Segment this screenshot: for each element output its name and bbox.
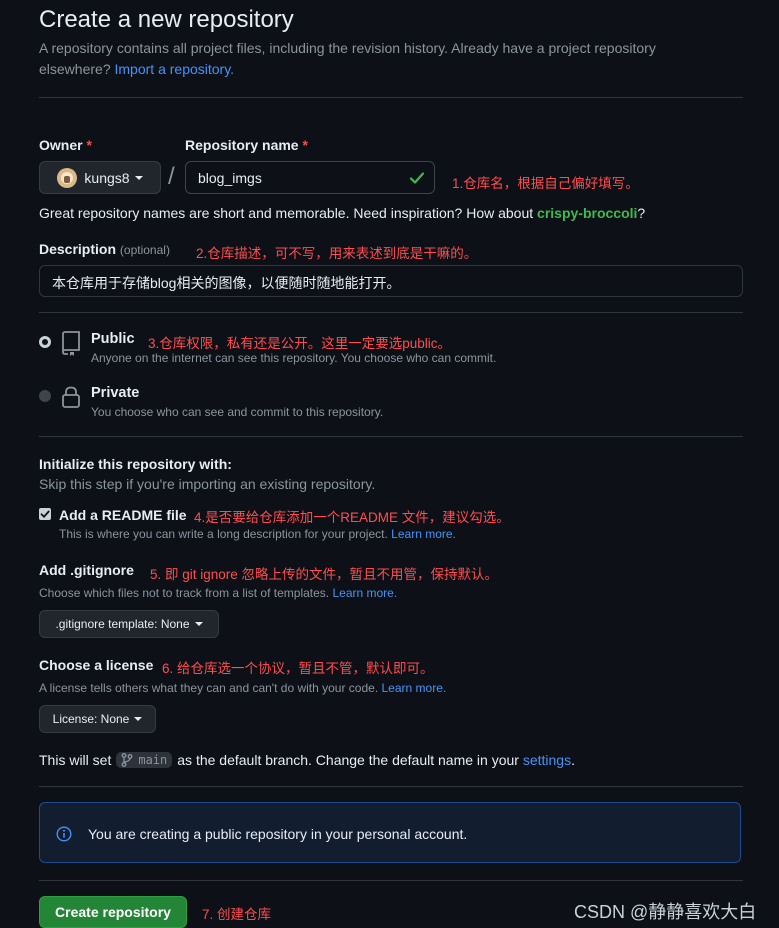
description-value: 本仓库用于存储blog相关的图像，以便随时随地能打开。	[52, 275, 401, 291]
divider	[39, 312, 743, 313]
gitignore-template-value: .gitignore template: None	[55, 617, 190, 631]
required-mark: *	[302, 137, 308, 153]
license-value: License: None	[52, 712, 130, 726]
csdn-watermark: CSDN @静静喜欢大白	[574, 902, 757, 922]
owner-dropdown[interactable]: kungs8	[39, 161, 161, 194]
license-learn-more-link[interactable]: Learn more.	[382, 681, 447, 695]
owner-repo-separator: /	[168, 163, 175, 190]
check-icon	[409, 172, 425, 184]
annotation-description: 2.仓库描述，可不写，用来表述到底是干嘛的。	[196, 246, 478, 261]
annotation-license: 6. 给仓库选一个协议，暂且不管，默认即可。	[162, 661, 434, 676]
settings-link[interactable]: settings	[523, 752, 571, 768]
branch-pill: main	[116, 752, 173, 768]
import-repository-link[interactable]: Import a repository.	[115, 61, 235, 77]
repo-name-value: blog_imgs	[198, 170, 262, 186]
branch-suffix: as the default branch. Change the defaul…	[177, 752, 519, 768]
branch-prefix: This will set	[39, 752, 112, 768]
readme-learn-more-link[interactable]: Learn more.	[391, 527, 456, 541]
page-subtitle: A repository contains all project files,…	[39, 38, 719, 80]
create-repository-button[interactable]: Create repository	[39, 896, 187, 928]
check-icon	[40, 510, 50, 519]
default-branch-note: This will set main as the default branch…	[39, 752, 575, 768]
private-description: You choose who can see and commit to thi…	[91, 405, 384, 419]
public-description: Anyone on the internet can see this repo…	[91, 351, 497, 365]
name-hint: Great repository names are short and mem…	[39, 205, 645, 221]
divider	[39, 436, 743, 437]
page-title: Create a new repository	[39, 6, 294, 33]
chevron-down-icon	[134, 175, 143, 180]
private-radio[interactable]	[39, 390, 51, 402]
chevron-down-icon	[194, 622, 203, 626]
divider	[39, 97, 743, 98]
name-hint-text: Great repository names are short and mem…	[39, 205, 534, 221]
chevron-down-icon	[134, 717, 143, 721]
owner-label: Owner *	[39, 137, 92, 153]
divider	[39, 880, 743, 881]
annotation-repo-name: 1.仓库名，根据自己偏好填写。	[452, 176, 639, 191]
info-icon	[56, 826, 72, 842]
branch-name: main	[138, 753, 168, 767]
annotation-submit: 7. 创建仓库	[202, 907, 272, 922]
license-desc-text: A license tells others what they can and…	[39, 681, 379, 695]
description-label-text: Description	[39, 241, 117, 257]
required-mark: *	[86, 137, 92, 153]
readme-desc-text: This is where you can write a long descr…	[59, 527, 388, 541]
owner-label-text: Owner	[39, 137, 83, 153]
public-radio[interactable]	[39, 336, 51, 348]
private-label: Private	[91, 385, 140, 401]
gitignore-learn-more-link[interactable]: Learn more.	[332, 586, 397, 600]
name-hint-end: ?	[637, 205, 646, 221]
annotation-gitignore: 5. 即 git ignore 忽略上传的文件，暂且不用管，保持默认。	[150, 567, 499, 582]
lock-icon	[62, 386, 80, 408]
info-text: You are creating a public repository in …	[88, 826, 468, 842]
readme-label[interactable]: Add a README file	[59, 507, 187, 523]
avatar	[57, 167, 78, 188]
license-dropdown[interactable]: License: None	[39, 705, 156, 733]
optional-tag: (optional)	[119, 243, 170, 257]
description-input[interactable]: 本仓库用于存储blog相关的图像，以便随时随地能打开。	[39, 265, 743, 297]
public-label: Public	[91, 331, 135, 347]
git-branch-icon	[121, 753, 133, 767]
license-label: Choose a license	[39, 657, 154, 673]
description-label: Description (optional)	[39, 241, 170, 257]
annotation-readme: 4.是否要给仓库添加一个README 文件，建议勾选。	[194, 510, 510, 525]
gitignore-description: Choose which files not to track from a l…	[39, 586, 397, 600]
owner-value: kungs8	[84, 169, 130, 186]
init-title: Initialize this repository with:	[39, 456, 232, 472]
repo-icon	[62, 331, 80, 356]
info-banner: You are creating a public repository in …	[39, 802, 741, 863]
readme-description: This is where you can write a long descr…	[59, 527, 456, 541]
license-description: A license tells others what they can and…	[39, 681, 446, 695]
readme-checkbox[interactable]	[39, 508, 51, 520]
divider	[39, 786, 743, 787]
gitignore-template-dropdown[interactable]: .gitignore template: None	[39, 610, 219, 638]
gitignore-desc-text: Choose which files not to track from a l…	[39, 586, 330, 600]
annotation-visibility: 3.仓库权限，私有还是公开。这里一定要选public。	[148, 336, 452, 351]
repo-name-label: Repository name *	[185, 137, 308, 153]
repo-name-input[interactable]: blog_imgs	[185, 161, 435, 194]
gitignore-label: Add .gitignore	[39, 562, 134, 578]
branch-end: .	[571, 752, 575, 768]
repo-name-label-text: Repository name	[185, 137, 299, 153]
name-suggestion-link[interactable]: crispy-broccoli	[537, 205, 637, 221]
init-subtitle: Skip this step if you're importing an ex…	[39, 476, 376, 492]
